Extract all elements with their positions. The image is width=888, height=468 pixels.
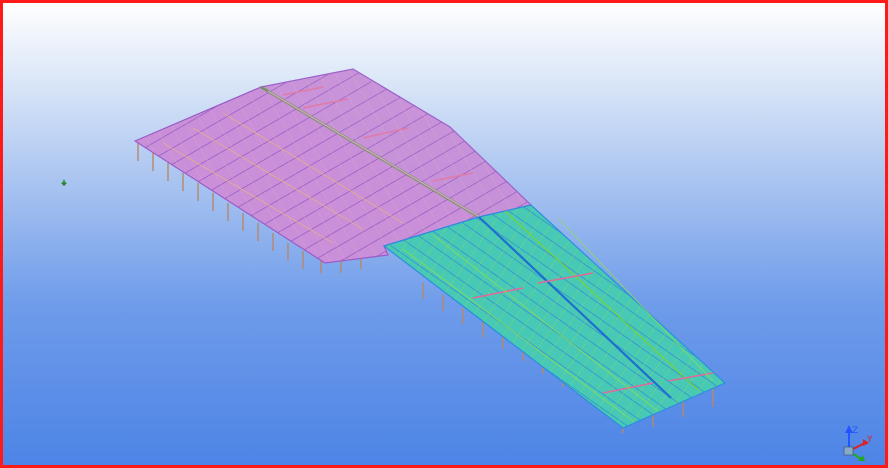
- roof-building-b[interactable]: [382, 204, 727, 429]
- axis-y-label: Y: [866, 435, 873, 445]
- axis-z-label: Z: [852, 426, 858, 436]
- structure-model[interactable]: Z Y: [3, 3, 888, 468]
- model-viewport[interactable]: Z Y: [0, 0, 888, 468]
- axis-triad: Z Y: [843, 425, 873, 461]
- origin-cube-icon: [843, 446, 854, 456]
- point-marker-icon: [61, 179, 67, 186]
